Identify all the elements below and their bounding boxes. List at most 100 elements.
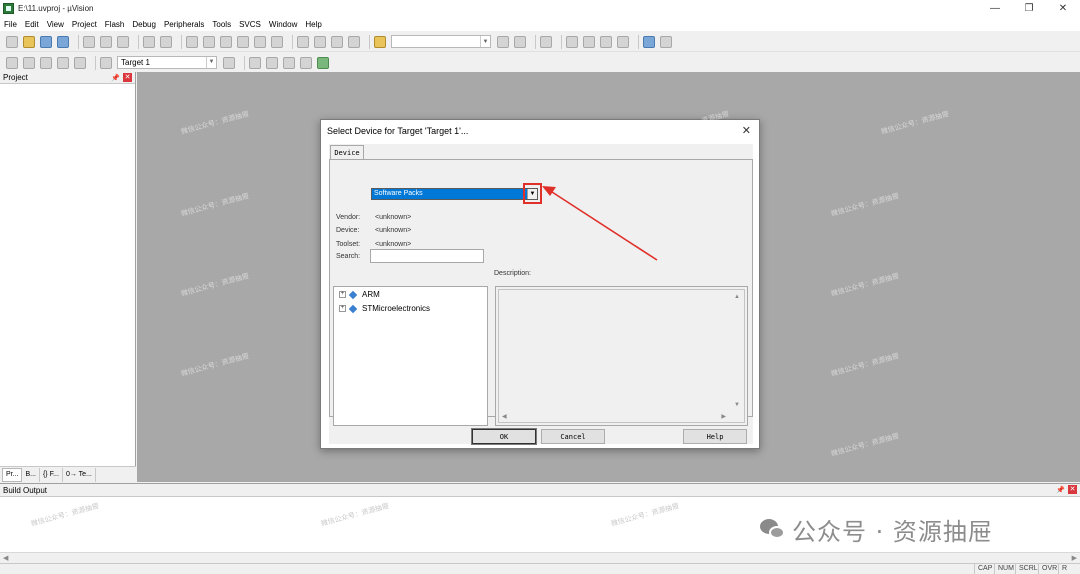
toolbar-separator	[535, 34, 536, 49]
scroll-right-icon[interactable]: ▶	[721, 413, 726, 420]
unindent-icon[interactable]	[314, 35, 326, 48]
translate-icon[interactable]	[6, 56, 18, 69]
menu-file[interactable]: File	[4, 20, 17, 29]
load-icon[interactable]	[100, 56, 112, 69]
new-file-icon[interactable]	[6, 35, 18, 48]
pin-icon[interactable]: 📌	[111, 74, 120, 82]
open-file-icon[interactable]	[23, 35, 35, 48]
menu-flash[interactable]: Flash	[105, 20, 125, 29]
download-icon[interactable]	[74, 56, 86, 69]
project-panel: Project 📌 ✕ Pr... B... {} F... 0→ Te...	[0, 72, 136, 482]
tree-item-label: STMicroelectronics	[362, 304, 431, 313]
menu-project[interactable]: Project	[72, 20, 97, 29]
tab-device-label: Device	[334, 148, 360, 157]
menu-debug[interactable]: Debug	[132, 20, 156, 29]
menu-edit[interactable]: Edit	[25, 20, 39, 29]
incremental-find-icon[interactable]	[514, 35, 526, 48]
tab-books-label: B...	[25, 471, 36, 478]
tab-project[interactable]: Pr...	[2, 467, 23, 482]
tab-books[interactable]: B...	[22, 467, 40, 482]
redo-icon[interactable]	[160, 35, 172, 48]
pin-icon[interactable]: 📌	[1056, 486, 1065, 494]
scroll-up-icon[interactable]: ▲	[734, 294, 740, 300]
next-bookmark-icon[interactable]	[254, 35, 266, 48]
tab-functions[interactable]: {} F...	[40, 467, 63, 482]
save-icon[interactable]	[40, 35, 52, 48]
pack-icon[interactable]	[317, 56, 329, 69]
find-icon[interactable]	[497, 35, 509, 48]
paste-icon[interactable]	[117, 35, 129, 48]
debug-start-icon[interactable]	[566, 35, 578, 48]
close-icon[interactable]: ✕	[123, 73, 132, 82]
navigate-back-icon[interactable]	[186, 35, 198, 48]
target-select[interactable]: Target 1 ▼	[117, 56, 217, 69]
dialog-close-icon[interactable]: ✕	[742, 124, 751, 137]
toolbar-separator	[369, 34, 370, 49]
cancel-button[interactable]: Cancel	[541, 429, 605, 444]
menu-window[interactable]: Window	[269, 20, 297, 29]
menu-peripherals[interactable]: Peripherals	[164, 20, 204, 29]
select-pack-icon[interactable]	[283, 56, 295, 69]
undo-icon[interactable]	[143, 35, 155, 48]
wechat-icon	[760, 518, 786, 541]
scroll-down-icon[interactable]: ▼	[734, 402, 740, 408]
close-window-button[interactable]: ✕	[1046, 0, 1080, 17]
pack-select[interactable]: Software Packs ▼	[371, 188, 538, 200]
breakpoint-icon[interactable]	[583, 35, 595, 48]
navigate-forward-icon[interactable]	[203, 35, 215, 48]
scroll-left-icon[interactable]: ◀	[3, 554, 8, 562]
chevron-down-icon: ▼	[206, 57, 216, 68]
comment-icon[interactable]	[331, 35, 343, 48]
status-bar: CAP NUM SCRL OVR R /W	[0, 563, 1080, 574]
expand-icon[interactable]: +	[339, 305, 346, 312]
pack-installer-icon[interactable]	[300, 56, 312, 69]
kill-breakpoints-icon[interactable]	[617, 35, 629, 48]
prev-bookmark-icon[interactable]	[237, 35, 249, 48]
zoom-icon[interactable]	[540, 35, 552, 48]
tree-item-arm[interactable]: + ARM	[339, 290, 380, 299]
horizontal-scrollbar[interactable]: ◀ ▶	[0, 552, 1080, 563]
uvision-icon	[3, 3, 14, 14]
file-extensions-icon[interactable]	[249, 56, 261, 69]
toolbar-separator	[244, 55, 245, 70]
window-layout-icon[interactable]	[643, 35, 655, 48]
tree-item-stmicroelectronics[interactable]: + STMicroelectronics	[339, 304, 430, 313]
vendor-gem-icon	[348, 304, 358, 313]
search-input[interactable]	[370, 249, 484, 263]
scroll-right-icon[interactable]: ▶	[1072, 554, 1077, 562]
find-in-files-icon[interactable]	[374, 35, 386, 48]
find-combo[interactable]: ▼	[391, 35, 491, 48]
indent-icon[interactable]	[297, 35, 309, 48]
batch-build-icon[interactable]	[57, 56, 69, 69]
build-toolbar: Target 1 ▼	[0, 53, 1080, 73]
toolbar-separator	[181, 34, 182, 49]
menu-svcs[interactable]: SVCS	[239, 20, 261, 29]
help-button[interactable]: Help	[683, 429, 747, 444]
disable-breakpoint-icon[interactable]	[600, 35, 612, 48]
menu-view[interactable]: View	[47, 20, 64, 29]
tab-device[interactable]: Device	[330, 145, 364, 159]
ok-button[interactable]: OK	[471, 428, 537, 445]
save-all-icon[interactable]	[57, 35, 69, 48]
copy-icon[interactable]	[100, 35, 112, 48]
menu-help[interactable]: Help	[305, 20, 321, 29]
description-text-area[interactable]: ▲ ▼ ◀ ▶	[498, 289, 745, 423]
minimize-button[interactable]: —	[978, 0, 1012, 17]
rebuild-icon[interactable]	[40, 56, 52, 69]
target-options-icon[interactable]	[223, 56, 235, 69]
project-panel-header: Project 📌 ✕	[0, 72, 135, 84]
maximize-button[interactable]: ❐	[1012, 0, 1046, 17]
clear-bookmarks-icon[interactable]	[271, 35, 283, 48]
close-icon[interactable]: ✕	[1068, 485, 1077, 494]
tab-templates[interactable]: 0→ Te...	[63, 467, 96, 482]
menu-tools[interactable]: Tools	[212, 20, 231, 29]
scroll-left-icon[interactable]: ◀	[502, 413, 507, 420]
configure-icon[interactable]	[660, 35, 672, 48]
bookmark-icon[interactable]	[220, 35, 232, 48]
build-icon[interactable]	[23, 56, 35, 69]
cut-icon[interactable]	[83, 35, 95, 48]
pack-select-value: Software Packs	[374, 190, 423, 197]
expand-icon[interactable]: +	[339, 291, 346, 298]
manage-components-icon[interactable]	[266, 56, 278, 69]
uncomment-icon[interactable]	[348, 35, 360, 48]
